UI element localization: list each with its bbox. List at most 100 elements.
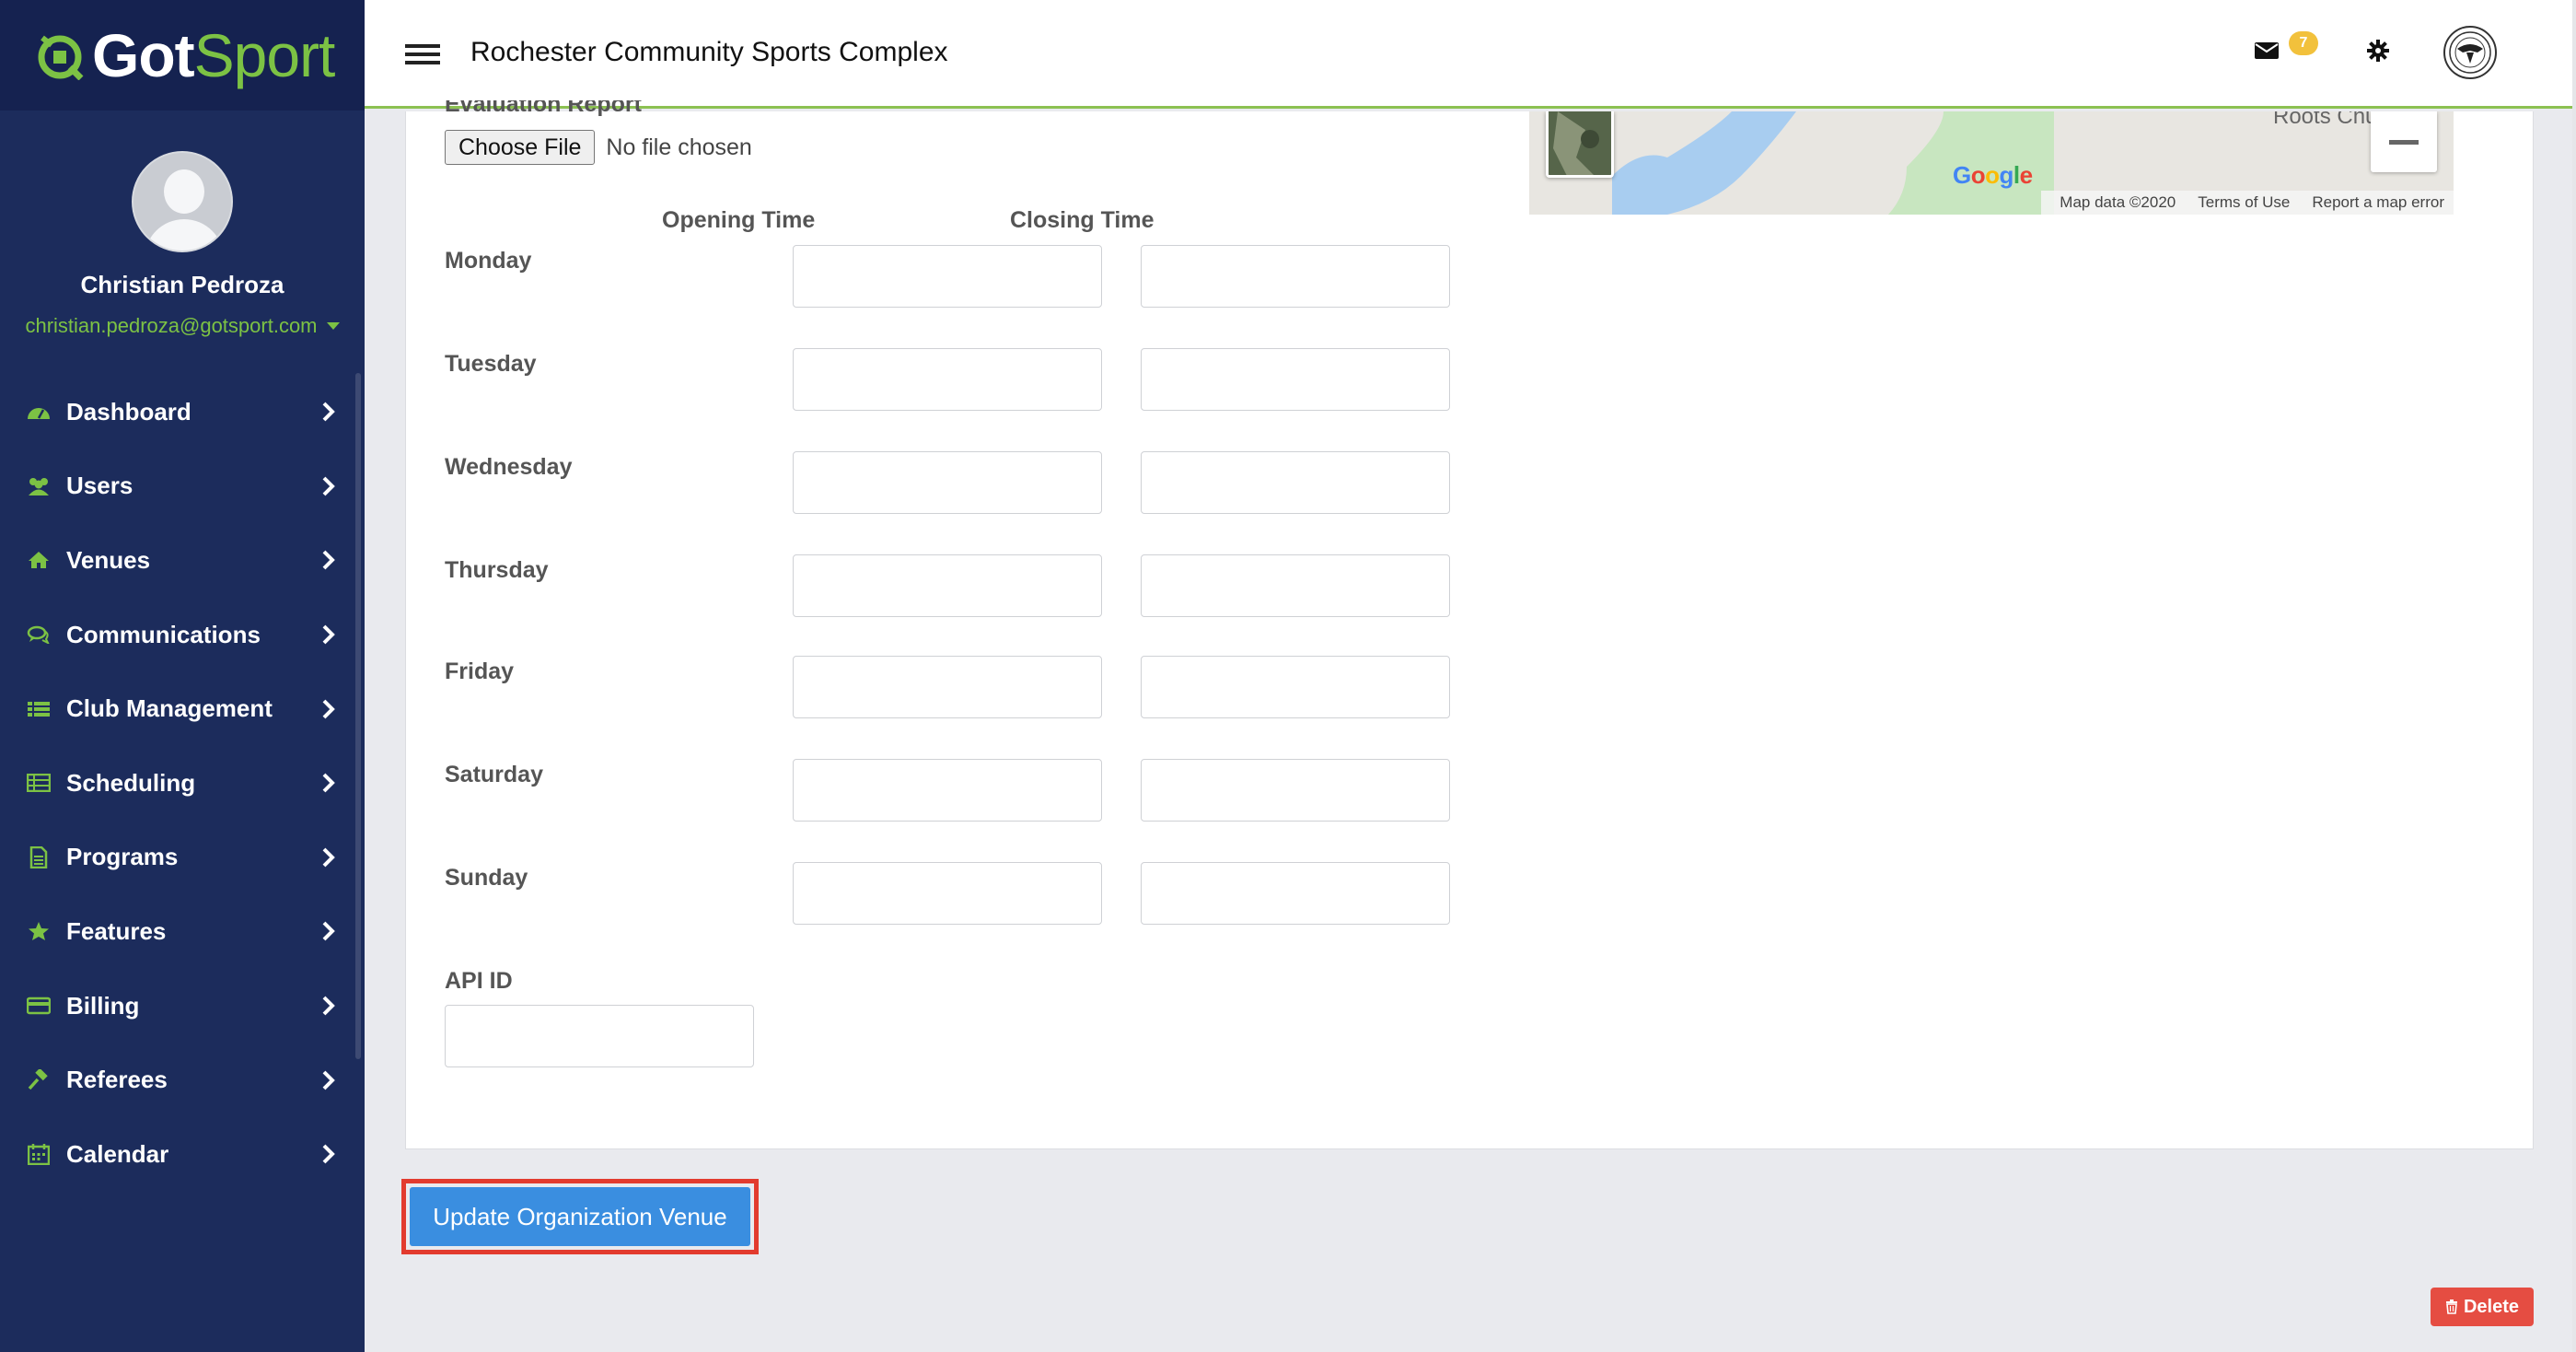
chevron-right-icon	[322, 922, 335, 941]
page-scrollbar-track	[2572, 0, 2576, 1352]
credit-card-icon	[26, 995, 52, 1017]
tuesday-opening-time-input[interactable]	[793, 348, 1102, 411]
sidebar-item-referees[interactable]: Referees	[0, 1043, 365, 1117]
day-label-monday: Monday	[445, 248, 532, 274]
page-title: Rochester Community Sports Complex	[470, 37, 948, 67]
sidebar-item-label: Calendar	[66, 1139, 169, 1168]
sidebar-scrollbar[interactable]	[355, 373, 361, 1059]
chevron-right-icon	[322, 1144, 335, 1164]
logo-text-got: Got	[92, 21, 195, 89]
minus-icon	[2389, 139, 2419, 145]
map-place-label: Roots Chu	[2273, 111, 2378, 129]
sidebar-item-features[interactable]: Features	[0, 894, 365, 969]
chevron-right-icon	[322, 1070, 335, 1090]
closing-time-header: Closing Time	[1010, 207, 1155, 233]
day-label-sunday: Sunday	[445, 865, 528, 891]
sidebar-nav: Dashboard Users Venues Communications Cl…	[0, 375, 365, 1192]
home-icon	[26, 549, 52, 571]
sidebar-item-label: Venues	[66, 545, 151, 574]
caret-down-icon	[326, 322, 340, 330]
saturday-closing-time-input[interactable]	[1141, 759, 1450, 822]
saturday-opening-time-input[interactable]	[793, 759, 1102, 822]
map-attribution-bar: Map data ©2020 Terms of Use Report a map…	[2041, 191, 2454, 215]
logo-bar: Got Sport	[0, 0, 365, 111]
sidebar-item-users[interactable]: Users	[0, 449, 365, 524]
chevron-right-icon	[322, 847, 335, 868]
google-logo: Google	[1953, 161, 2033, 189]
trash-icon	[2445, 1300, 2457, 1314]
organization-logo[interactable]	[2443, 26, 2497, 79]
hamburger-menu-icon[interactable]	[405, 44, 440, 64]
sidebar-item-label: Programs	[66, 843, 179, 871]
chevron-right-icon	[322, 773, 335, 793]
sidebar-item-venues[interactable]: Venues	[0, 523, 365, 598]
list-icon	[26, 698, 52, 720]
venue-form-card: Evaluation Report Choose File No file ch…	[405, 100, 2534, 1149]
evaluation-report-label: Evaluation Report	[445, 100, 642, 117]
user-email: christian.pedroza@gotsport.com	[25, 314, 318, 337]
thursday-closing-time-input[interactable]	[1141, 554, 1450, 617]
sidebar-item-calendar[interactable]: Calendar	[0, 1117, 365, 1192]
chevron-right-icon	[322, 624, 335, 645]
venue-map[interactable]: Roots Chu Google Map data ©2020 Terms of…	[1529, 111, 2454, 215]
choose-file-button[interactable]: Choose File	[445, 130, 596, 165]
thursday-opening-time-input[interactable]	[793, 554, 1102, 617]
eagle-crest-icon	[2449, 31, 2491, 74]
sidebar-item-club-management[interactable]: Club Management	[0, 671, 365, 746]
gotsport-logo[interactable]: Got Sport	[35, 21, 335, 89]
day-label-thursday: Thursday	[445, 557, 549, 583]
friday-closing-time-input[interactable]	[1141, 656, 1450, 718]
sidebar-item-dashboard[interactable]: Dashboard	[0, 375, 365, 449]
wednesday-opening-time-input[interactable]	[793, 451, 1102, 514]
map-satellite-thumbnail[interactable]	[1546, 111, 1614, 178]
sidebar-item-communications[interactable]: Communications	[0, 598, 365, 672]
chevron-right-icon	[322, 996, 335, 1016]
gotsport-g-icon	[38, 35, 84, 80]
friday-opening-time-input[interactable]	[793, 656, 1102, 718]
sidebar-item-scheduling[interactable]: Scheduling	[0, 746, 365, 821]
file-icon	[26, 845, 52, 868]
table-icon	[26, 772, 52, 794]
user-email-dropdown[interactable]: christian.pedroza@gotsport.com	[0, 314, 365, 338]
settings-button[interactable]	[2366, 39, 2390, 67]
sidebar-item-label: Referees	[66, 1066, 168, 1094]
sidebar-item-programs[interactable]: Programs	[0, 821, 365, 895]
report-map-error-link[interactable]: Report a map error	[2312, 193, 2444, 212]
calendar-icon	[26, 1143, 52, 1166]
day-label-saturday: Saturday	[445, 762, 543, 787]
delete-button[interactable]: Delete	[2431, 1288, 2534, 1326]
chevron-right-icon	[322, 699, 335, 719]
map-data-text: Map data ©2020	[2060, 193, 2176, 211]
gear-icon	[2367, 40, 2389, 62]
day-label-tuesday: Tuesday	[445, 351, 537, 377]
tuesday-closing-time-input[interactable]	[1141, 348, 1450, 411]
monday-closing-time-input[interactable]	[1141, 245, 1450, 308]
file-status-text: No file chosen	[606, 134, 752, 160]
wednesday-closing-time-input[interactable]	[1141, 451, 1450, 514]
dashboard-icon	[26, 401, 52, 423]
sidebar: Got Sport Christian Pedroza christian.ped…	[0, 0, 365, 1352]
api-id-input[interactable]	[445, 1005, 754, 1067]
update-organization-venue-button[interactable]: Update Organization Venue	[410, 1187, 750, 1246]
opening-time-header: Opening Time	[662, 207, 816, 233]
user-profile: Christian Pedroza christian.pedroza@gots…	[0, 111, 365, 338]
sidebar-item-label: Users	[66, 472, 133, 500]
sunday-opening-time-input[interactable]	[793, 862, 1102, 925]
monday-opening-time-input[interactable]	[793, 245, 1102, 308]
sidebar-item-billing[interactable]: Billing	[0, 969, 365, 1043]
sidebar-item-label: Features	[66, 916, 167, 945]
sidebar-item-label: Communications	[66, 620, 261, 648]
avatar[interactable]	[132, 151, 233, 252]
messages-button[interactable]	[2254, 41, 2280, 65]
day-label-wednesday: Wednesday	[445, 454, 573, 480]
day-label-friday: Friday	[445, 659, 515, 684]
terms-of-use-link[interactable]: Terms of Use	[2198, 193, 2290, 212]
star-icon	[26, 920, 52, 942]
sunday-closing-time-input[interactable]	[1141, 862, 1450, 925]
sidebar-item-label: Dashboard	[66, 397, 191, 425]
comments-icon	[26, 624, 52, 646]
chevron-right-icon	[322, 476, 335, 496]
map-zoom-out-button[interactable]	[2371, 111, 2437, 172]
message-count-badge: 7	[2289, 31, 2318, 55]
users-icon	[26, 475, 52, 497]
